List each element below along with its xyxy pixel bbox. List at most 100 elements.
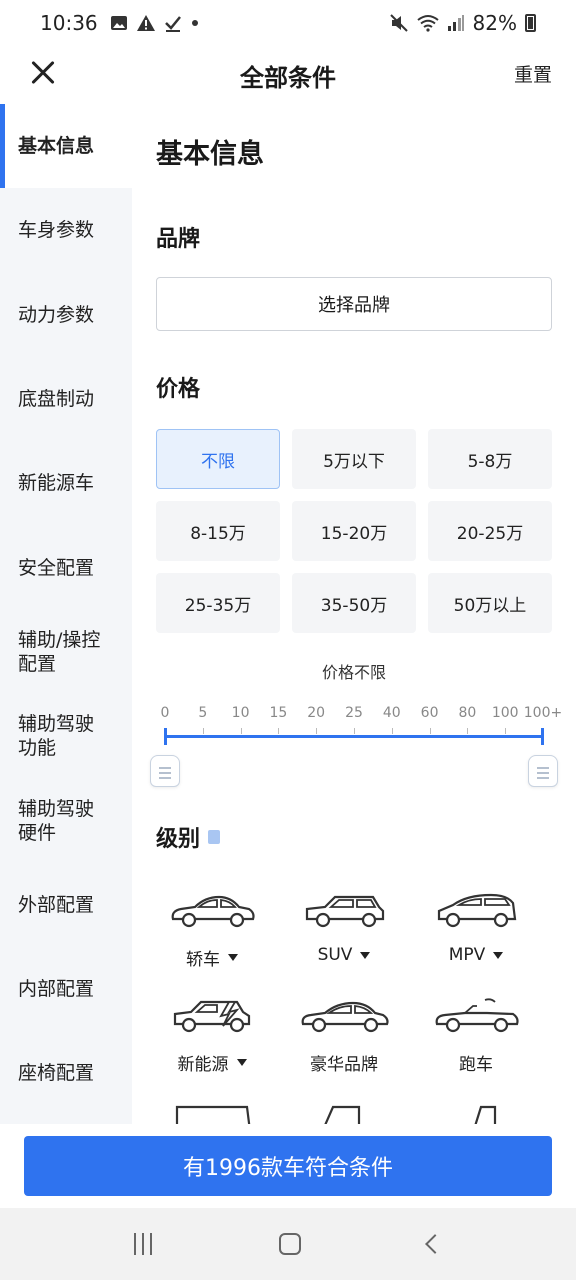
slider-track (165, 735, 543, 738)
slider-minor-tick (316, 728, 318, 734)
slider-tick-label: 25 (345, 705, 363, 721)
bottom-bar: 有1996款车符合条件 (0, 1124, 576, 1208)
price-option[interactable]: 15-20万 (292, 501, 416, 561)
level-sedan[interactable]: 轿车 (146, 889, 278, 970)
slider-minor-tick (505, 728, 507, 734)
level-more[interactable] (410, 1099, 542, 1124)
slider-minor-tick (467, 728, 469, 734)
sidebar: 基本信息 车身参数 动力参数 底盘制动 新能源车 安全配置 辅助/操控配置 辅助… (0, 104, 132, 1124)
slider-tick-label: 40 (382, 705, 401, 721)
luxury-car-icon (301, 1001, 389, 1033)
slider-minor-tick (278, 728, 280, 734)
section-title: 基本信息 (156, 139, 264, 170)
slider-tick-label: 0 (160, 705, 170, 721)
wifi-icon (416, 15, 439, 32)
slider-min-handle[interactable] (150, 755, 180, 787)
signal-icon (447, 15, 464, 31)
status-time: 10:36 (40, 11, 98, 35)
slider-tick-label: 100+ (523, 705, 563, 721)
sidebar-item-power-params[interactable]: 动力参数 (0, 273, 132, 357)
sidebar-item-assist-driving-hardware[interactable]: 辅助驾驶硬件 (0, 778, 132, 862)
check-icon (164, 16, 181, 32)
level-options: 轿车 SUV MPV 新能源 豪华品牌 跑车 (146, 889, 552, 1124)
slider-minor-tick (240, 728, 242, 734)
dropdown-caret-icon (360, 951, 371, 959)
price-option[interactable]: 5-8万 (428, 429, 552, 489)
slider-minor-tick (429, 728, 431, 734)
dot-icon (191, 20, 198, 26)
brand-title: 品牌 (156, 227, 201, 252)
sidebar-item-assist-driving-functions[interactable]: 辅助驾驶功能 (0, 694, 132, 778)
price-option[interactable]: 50万以上 (428, 573, 552, 633)
slider-tick-label: 80 (458, 705, 477, 721)
dropdown-caret-icon (493, 951, 504, 959)
dropdown-caret-icon (236, 1059, 247, 1066)
sidebar-item-chassis-brake[interactable]: 底盘制动 (0, 357, 132, 441)
sidebar-item-interior[interactable]: 内部配置 (0, 947, 132, 1031)
status-bar: 10:36 82% (0, 0, 576, 46)
price-slider-ticks: 0 5 10 15 20 25 40 60 80 100 100+ (156, 705, 563, 725)
truck-icon (474, 1105, 497, 1124)
sidebar-item-safety[interactable]: 安全配置 (0, 525, 132, 609)
price-option[interactable]: 35-50万 (292, 573, 416, 633)
level-new-energy[interactable]: 新能源 (146, 994, 278, 1075)
gallery-icon (110, 16, 127, 30)
mpv-icon (437, 893, 517, 928)
level-mpv[interactable]: MPV (410, 889, 542, 970)
slider-max-handle[interactable] (528, 755, 558, 787)
price-range-slider[interactable] (150, 725, 558, 787)
level-title-row: 级别 (156, 821, 552, 853)
price-option[interactable]: 5万以下 (292, 429, 416, 489)
level-suv[interactable]: SUV (278, 889, 410, 970)
slider-start-cap (164, 728, 167, 745)
sidebar-item-exterior[interactable]: 外部配置 (0, 863, 132, 947)
system-nav-bar (0, 1208, 576, 1280)
price-range-caption: 价格不限 (321, 663, 386, 682)
sedan-icon (171, 895, 255, 928)
back-icon[interactable] (425, 1234, 446, 1254)
level-sports[interactable]: 跑车 (410, 994, 542, 1075)
slider-tick-label: 20 (307, 705, 326, 721)
select-brand-button[interactable]: 选择品牌 (156, 277, 552, 331)
price-option[interactable]: 8-15万 (156, 501, 280, 561)
book-icon[interactable] (208, 830, 221, 844)
show-results-button[interactable]: 有1996款车符合条件 (24, 1136, 552, 1196)
suv-icon (305, 895, 385, 928)
sidebar-item-assist-handling[interactable]: 辅助/操控配置 (0, 610, 132, 694)
battery-percent: 82% (472, 11, 517, 35)
slider-end-cap (541, 728, 544, 745)
mute-icon (389, 14, 408, 32)
pickup-icon (324, 1105, 361, 1124)
home-icon[interactable] (278, 1233, 301, 1255)
reset-button[interactable]: 重置 (514, 60, 552, 87)
slider-tick-label: 15 (269, 705, 288, 721)
level-more[interactable] (278, 1099, 410, 1124)
price-option-unlimited[interactable]: 不限 (156, 429, 280, 489)
sidebar-item-basic-info[interactable]: 基本信息 (0, 104, 132, 189)
recent-apps-icon[interactable] (133, 1233, 152, 1255)
warning-icon (136, 15, 155, 31)
price-option[interactable]: 20-25万 (428, 501, 552, 561)
price-title: 价格 (156, 377, 201, 402)
sidebar-item-new-energy[interactable]: 新能源车 (0, 441, 132, 525)
dropdown-caret-icon (228, 954, 238, 961)
slider-minor-tick (391, 728, 393, 734)
slider-tick-label: 10 (231, 705, 250, 721)
slider-minor-tick (202, 728, 204, 734)
price-option[interactable]: 25-35万 (156, 573, 280, 633)
price-options: 不限 5万以下 5-8万 8-15万 15-20万 20-25万 25-35万 … (156, 429, 552, 633)
sidebar-item-seats[interactable]: 座椅配置 (0, 1031, 132, 1115)
level-luxury[interactable]: 豪华品牌 (278, 994, 410, 1075)
level-more[interactable] (146, 1099, 278, 1124)
header: 全部条件 重置 (0, 46, 576, 104)
sidebar-item-body-params[interactable]: 车身参数 (0, 188, 132, 272)
slider-tick-label: 60 (420, 705, 439, 721)
slider-tick-label: 100 (491, 705, 519, 721)
close-icon[interactable] (26, 56, 60, 90)
slider-tick-label: 5 (198, 705, 208, 721)
main-content[interactable]: 基本信息 品牌 选择品牌 价格 不限 5万以下 5-8万 8-15万 15-20… (132, 104, 576, 1124)
sports-car-icon (435, 998, 519, 1033)
van-icon (175, 1105, 251, 1124)
level-title: 级别 (156, 827, 201, 852)
battery-icon (525, 14, 536, 32)
